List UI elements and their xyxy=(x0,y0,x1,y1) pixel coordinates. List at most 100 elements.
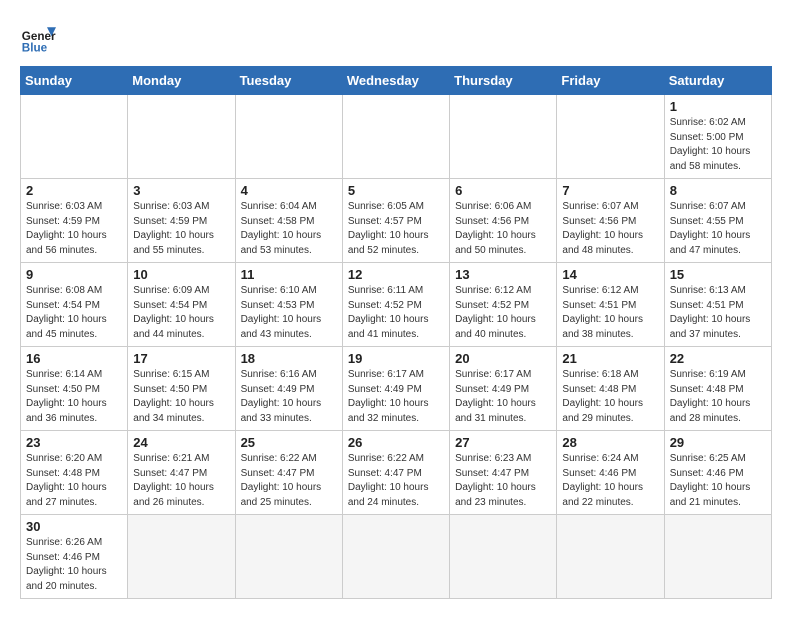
day-number: 30 xyxy=(26,519,122,534)
calendar-cell: 28Sunrise: 6:24 AM Sunset: 4:46 PM Dayli… xyxy=(557,431,664,515)
calendar-cell: 14Sunrise: 6:12 AM Sunset: 4:51 PM Dayli… xyxy=(557,263,664,347)
day-number: 13 xyxy=(455,267,551,282)
calendar-cell: 20 Sunrise: 6:17 AM Sunset: 4:49 PM Dayli… xyxy=(450,347,557,431)
day-number: 1 xyxy=(670,99,766,114)
day-info: Sunrise: 6:15 AM Sunset: 4:50 PM Dayligh… xyxy=(133,368,229,426)
calendar-week-2: 9Sunrise: 6:08 AM Sunset: 4:54 PM Daylig… xyxy=(21,263,772,347)
day-number: 26 xyxy=(348,435,444,450)
calendar-cell xyxy=(21,95,128,179)
calendar-cell: 6 Sunrise: 6:06 AM Sunset: 4:56 PM Daylig… xyxy=(450,179,557,263)
day-number: 23 xyxy=(26,435,122,450)
header-monday: Monday xyxy=(128,67,235,95)
calendar-cell: 4Sunrise: 6:04 AM Sunset: 4:58 PM Daylig… xyxy=(235,179,342,263)
calendar-cell xyxy=(557,515,664,599)
calendar-cell: 23 Sunrise: 6:20 AM Sunset: 4:48 PM Dayli… xyxy=(21,431,128,515)
calendar-cell: 5 Sunrise: 6:05 AM Sunset: 4:57 PM Daylig… xyxy=(342,179,449,263)
calendar-cell: 9Sunrise: 6:08 AM Sunset: 4:54 PM Daylig… xyxy=(21,263,128,347)
day-info: Sunrise: 6:16 AM Sunset: 4:49 PM Dayligh… xyxy=(241,368,337,426)
day-info: Sunrise: 6:09 AM Sunset: 4:54 PM Dayligh… xyxy=(133,284,229,342)
day-info: Sunrise: 6:22 AM Sunset: 4:47 PM Dayligh… xyxy=(348,452,444,510)
day-number: 12 xyxy=(348,267,444,282)
day-number: 17 xyxy=(133,351,229,366)
day-number: 2 xyxy=(26,183,122,198)
calendar-cell: 8Sunrise: 6:07 AM Sunset: 4:55 PM Daylig… xyxy=(664,179,771,263)
day-number: 22 xyxy=(670,351,766,366)
calendar-cell: 26 Sunrise: 6:22 AM Sunset: 4:47 PM Dayli… xyxy=(342,431,449,515)
calendar-cell xyxy=(557,95,664,179)
calendar-cell: 24Sunrise: 6:21 AM Sunset: 4:47 PM Dayli… xyxy=(128,431,235,515)
day-number: 3 xyxy=(133,183,229,198)
day-number: 11 xyxy=(241,267,337,282)
day-info: Sunrise: 6:07 AM Sunset: 4:56 PM Dayligh… xyxy=(562,200,658,258)
day-info: Sunrise: 6:02 AM Sunset: 5:00 PM Dayligh… xyxy=(670,116,766,174)
calendar-cell: 22 Sunrise: 6:19 AM Sunset: 4:48 PM Dayli… xyxy=(664,347,771,431)
logo: General Blue xyxy=(20,20,56,56)
logo-icon: General Blue xyxy=(20,20,56,56)
calendar-cell: 30 Sunrise: 6:26 AM Sunset: 4:46 PM Dayli… xyxy=(21,515,128,599)
calendar-cell: 16 Sunrise: 6:14 AM Sunset: 4:50 PM Dayli… xyxy=(21,347,128,431)
header-thursday: Thursday xyxy=(450,67,557,95)
header-tuesday: Tuesday xyxy=(235,67,342,95)
day-number: 24 xyxy=(133,435,229,450)
day-number: 27 xyxy=(455,435,551,450)
day-info: Sunrise: 6:17 AM Sunset: 4:49 PM Dayligh… xyxy=(455,368,551,426)
day-info: Sunrise: 6:03 AM Sunset: 4:59 PM Dayligh… xyxy=(26,200,122,258)
calendar-cell xyxy=(342,95,449,179)
day-number: 18 xyxy=(241,351,337,366)
day-number: 25 xyxy=(241,435,337,450)
calendar-cell: 25 Sunrise: 6:22 AM Sunset: 4:47 PM Dayli… xyxy=(235,431,342,515)
calendar-cell xyxy=(235,515,342,599)
calendar-week-0: 1 Sunrise: 6:02 AM Sunset: 5:00 PM Daylig… xyxy=(21,95,772,179)
day-info: Sunrise: 6:13 AM Sunset: 4:51 PM Dayligh… xyxy=(670,284,766,342)
day-info: Sunrise: 6:12 AM Sunset: 4:52 PM Dayligh… xyxy=(455,284,551,342)
day-info: Sunrise: 6:03 AM Sunset: 4:59 PM Dayligh… xyxy=(133,200,229,258)
calendar-cell: 27Sunrise: 6:23 AM Sunset: 4:47 PM Dayli… xyxy=(450,431,557,515)
calendar-cell: 13 Sunrise: 6:12 AM Sunset: 4:52 PM Dayli… xyxy=(450,263,557,347)
day-info: Sunrise: 6:06 AM Sunset: 4:56 PM Dayligh… xyxy=(455,200,551,258)
calendar-table: SundayMondayTuesdayWednesdayThursdayFrid… xyxy=(20,66,772,599)
calendar-cell xyxy=(450,515,557,599)
day-number: 20 xyxy=(455,351,551,366)
day-info: Sunrise: 6:26 AM Sunset: 4:46 PM Dayligh… xyxy=(26,536,122,594)
calendar-cell: 18 Sunrise: 6:16 AM Sunset: 4:49 PM Dayli… xyxy=(235,347,342,431)
header-wednesday: Wednesday xyxy=(342,67,449,95)
calendar-cell xyxy=(128,515,235,599)
day-number: 15 xyxy=(670,267,766,282)
day-number: 10 xyxy=(133,267,229,282)
day-number: 9 xyxy=(26,267,122,282)
calendar-cell: 1 Sunrise: 6:02 AM Sunset: 5:00 PM Daylig… xyxy=(664,95,771,179)
calendar-cell: 12Sunrise: 6:11 AM Sunset: 4:52 PM Dayli… xyxy=(342,263,449,347)
day-info: Sunrise: 6:14 AM Sunset: 4:50 PM Dayligh… xyxy=(26,368,122,426)
day-number: 6 xyxy=(455,183,551,198)
day-info: Sunrise: 6:20 AM Sunset: 4:48 PM Dayligh… xyxy=(26,452,122,510)
calendar-cell xyxy=(342,515,449,599)
calendar-cell: 17 Sunrise: 6:15 AM Sunset: 4:50 PM Dayli… xyxy=(128,347,235,431)
day-info: Sunrise: 6:19 AM Sunset: 4:48 PM Dayligh… xyxy=(670,368,766,426)
calendar-cell: 11 Sunrise: 6:10 AM Sunset: 4:53 PM Dayli… xyxy=(235,263,342,347)
day-number: 29 xyxy=(670,435,766,450)
day-info: Sunrise: 6:04 AM Sunset: 4:58 PM Dayligh… xyxy=(241,200,337,258)
day-info: Sunrise: 6:12 AM Sunset: 4:51 PM Dayligh… xyxy=(562,284,658,342)
calendar-week-4: 23 Sunrise: 6:20 AM Sunset: 4:48 PM Dayli… xyxy=(21,431,772,515)
day-info: Sunrise: 6:17 AM Sunset: 4:49 PM Dayligh… xyxy=(348,368,444,426)
calendar-week-5: 30 Sunrise: 6:26 AM Sunset: 4:46 PM Dayli… xyxy=(21,515,772,599)
calendar-cell xyxy=(664,515,771,599)
day-number: 8 xyxy=(670,183,766,198)
calendar-cell: 19Sunrise: 6:17 AM Sunset: 4:49 PM Dayli… xyxy=(342,347,449,431)
calendar-cell: 29 Sunrise: 6:25 AM Sunset: 4:46 PM Dayli… xyxy=(664,431,771,515)
day-info: Sunrise: 6:25 AM Sunset: 4:46 PM Dayligh… xyxy=(670,452,766,510)
day-number: 16 xyxy=(26,351,122,366)
day-number: 5 xyxy=(348,183,444,198)
day-info: Sunrise: 6:10 AM Sunset: 4:53 PM Dayligh… xyxy=(241,284,337,342)
calendar-week-1: 2 Sunrise: 6:03 AM Sunset: 4:59 PM Daylig… xyxy=(21,179,772,263)
calendar-cell: 10 Sunrise: 6:09 AM Sunset: 4:54 PM Dayli… xyxy=(128,263,235,347)
day-info: Sunrise: 6:05 AM Sunset: 4:57 PM Dayligh… xyxy=(348,200,444,258)
calendar-cell: 3 Sunrise: 6:03 AM Sunset: 4:59 PM Daylig… xyxy=(128,179,235,263)
header-friday: Friday xyxy=(557,67,664,95)
day-info: Sunrise: 6:24 AM Sunset: 4:46 PM Dayligh… xyxy=(562,452,658,510)
svg-text:Blue: Blue xyxy=(22,42,48,55)
page-header: General Blue xyxy=(20,20,772,56)
calendar-cell: 7Sunrise: 6:07 AM Sunset: 4:56 PM Daylig… xyxy=(557,179,664,263)
calendar-cell: 2 Sunrise: 6:03 AM Sunset: 4:59 PM Daylig… xyxy=(21,179,128,263)
day-info: Sunrise: 6:22 AM Sunset: 4:47 PM Dayligh… xyxy=(241,452,337,510)
